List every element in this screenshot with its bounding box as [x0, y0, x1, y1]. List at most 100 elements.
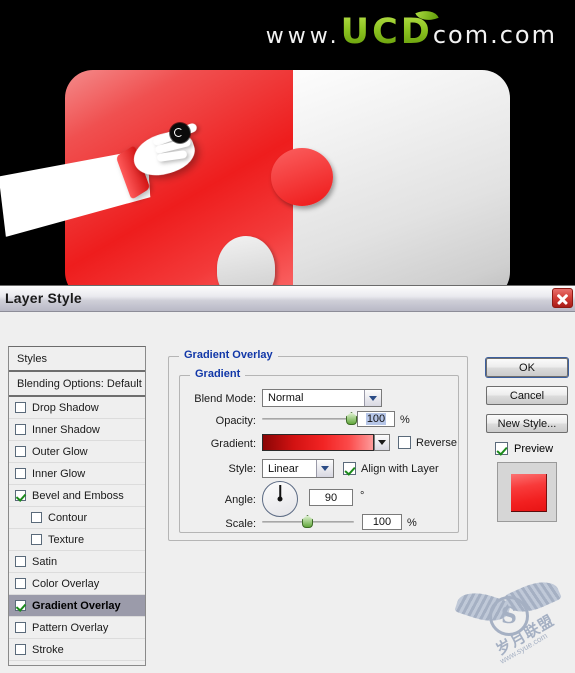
style-row-label: Inner Glow — [32, 467, 86, 480]
style-row-label: Pattern Overlay — [32, 621, 109, 634]
style-row-contour[interactable]: Contour — [9, 507, 145, 529]
style-row-checkbox[interactable] — [15, 468, 26, 479]
blending-options-row[interactable]: Blending Options: Default — [9, 372, 145, 397]
style-row-checkbox[interactable] — [15, 556, 26, 567]
style-row-color-overlay[interactable]: Color Overlay — [9, 573, 145, 595]
opacity-slider[interactable] — [262, 412, 357, 426]
angle-value: 90 — [324, 491, 338, 504]
angle-dial[interactable] — [262, 481, 298, 517]
opacity-label: Opacity: — [215, 415, 256, 427]
style-row-checkbox[interactable] — [31, 534, 42, 545]
angle-dial-center — [277, 496, 283, 502]
scale-slider-thumb[interactable] — [302, 515, 313, 528]
preview-checkbox-box[interactable] — [495, 442, 508, 455]
align-with-layer-box[interactable] — [343, 462, 356, 475]
style-row-label: Outer Glow — [32, 445, 88, 458]
style-row-gradient-overlay[interactable]: Gradient Overlay — [9, 595, 145, 617]
style-value: Linear — [268, 462, 299, 475]
style-row-checkbox[interactable] — [15, 490, 26, 501]
reverse-checkbox-box[interactable] — [398, 436, 411, 449]
style-label: Style: — [228, 463, 256, 475]
style-row-label: Color Overlay — [32, 577, 100, 590]
opacity-slider-track — [262, 418, 352, 420]
style-select[interactable]: Linear — [262, 459, 334, 478]
opacity-slider-thumb[interactable] — [346, 412, 357, 425]
gradient-group: Gradient Blend Mode: Normal Opacity: 100… — [179, 368, 459, 533]
group-title: Gradient — [190, 368, 246, 380]
style-row-label: Drop Shadow — [32, 401, 99, 414]
new-style-button[interactable]: New Style... — [486, 414, 568, 433]
style-row-checkbox[interactable] — [15, 402, 26, 413]
scale-input[interactable]: 100 — [362, 514, 402, 530]
style-row-pattern-overlay[interactable]: Pattern Overlay — [9, 617, 145, 639]
angle-unit: ° — [360, 490, 365, 502]
chevron-down-icon[interactable] — [364, 390, 381, 406]
cursor-dot-icon — [170, 123, 190, 143]
chevron-down-icon[interactable] — [316, 460, 333, 477]
close-icon[interactable] — [552, 288, 573, 308]
angle-input[interactable]: 90 — [309, 489, 353, 506]
reverse-checkbox[interactable]: Reverse — [398, 436, 457, 449]
preview-checkbox[interactable]: Preview — [495, 442, 553, 455]
style-row-checkbox[interactable] — [15, 622, 26, 633]
watermark-suffix: com.com — [432, 21, 557, 49]
opacity-value: 100 — [365, 413, 387, 425]
opacity-unit: % — [400, 414, 410, 426]
style-row-checkbox[interactable] — [15, 644, 26, 655]
styles-list: Styles Blending Options: Default Drop Sh… — [8, 346, 146, 666]
preview-label: Preview — [514, 442, 554, 455]
preview-swatch — [511, 474, 547, 512]
style-row-inner-glow[interactable]: Inner Glow — [9, 463, 145, 485]
style-row-bevel-and-emboss[interactable]: Bevel and Emboss — [9, 485, 145, 507]
scale-unit: % — [407, 517, 417, 529]
scale-label: Scale: — [225, 518, 256, 530]
opacity-input[interactable]: 100 — [357, 411, 395, 427]
preview-thumbnail — [497, 462, 557, 522]
blend-mode-select[interactable]: Normal — [262, 389, 382, 407]
gradient-label: Gradient: — [210, 438, 256, 450]
align-with-layer-checkbox[interactable]: Align with Layer — [343, 462, 439, 475]
dialog-title: Layer Style — [5, 290, 82, 306]
screen: www. UCD com.com Layer Style Styles Blen… — [0, 0, 575, 673]
blend-mode-value: Normal — [268, 392, 304, 404]
gradient-swatch[interactable] — [262, 434, 374, 451]
style-row-checkbox[interactable] — [15, 578, 26, 589]
scale-value: 100 — [372, 516, 392, 528]
style-row-label: Gradient Overlay — [32, 599, 121, 612]
style-row-texture[interactable]: Texture — [9, 529, 145, 551]
hero-image: www. UCD com.com — [0, 0, 575, 285]
gradient-overlay-group: Gradient Overlay Gradient Blend Mode: No… — [168, 349, 468, 541]
style-row-label: Texture — [48, 533, 85, 546]
style-row-label: Satin — [32, 555, 58, 568]
scale-slider[interactable] — [262, 515, 354, 529]
ok-button[interactable]: OK — [486, 358, 568, 377]
style-row-label: Stroke — [32, 643, 64, 656]
dialog-titlebar: Layer Style — [0, 286, 575, 312]
watermark-brand: UCD — [341, 5, 439, 52]
cancel-button[interactable]: Cancel — [486, 386, 568, 405]
style-row-label: Contour — [48, 511, 88, 524]
reverse-label: Reverse — [416, 436, 457, 449]
style-row-checkbox[interactable] — [15, 424, 26, 435]
dialog-body: Styles Blending Options: Default Drop Sh… — [0, 312, 575, 673]
gradient-picker-chevron-down-icon[interactable] — [374, 434, 390, 451]
style-row-drop-shadow[interactable]: Drop Shadow — [9, 397, 145, 419]
style-row-satin[interactable]: Satin — [9, 551, 145, 573]
watermark-prefix: www. — [265, 24, 341, 49]
style-row-checkbox[interactable] — [15, 600, 26, 611]
style-row-checkbox[interactable] — [31, 512, 42, 523]
styles-header[interactable]: Styles — [9, 347, 145, 372]
style-row-label: Inner Shadow — [32, 423, 100, 436]
angle-label: Angle: — [224, 494, 256, 506]
puzzle-knob — [271, 148, 333, 206]
gradient-overlay-panel: Gradient Overlay Gradient Blend Mode: No… — [160, 346, 470, 666]
style-rows-container: Drop Shadow Inner Shadow Outer Glow Inner G… — [9, 397, 145, 661]
hand-illustration — [0, 122, 210, 238]
style-row-inner-shadow[interactable]: Inner Shadow — [9, 419, 145, 441]
blend-mode-label: Blend Mode: — [194, 393, 256, 405]
style-row-checkbox[interactable] — [15, 446, 26, 457]
style-row-stroke[interactable]: Stroke — [9, 639, 145, 661]
section-title: Gradient Overlay — [179, 349, 278, 361]
layer-style-dialog: Layer Style Styles Blending Options: Def… — [0, 285, 575, 673]
style-row-outer-glow[interactable]: Outer Glow — [9, 441, 145, 463]
